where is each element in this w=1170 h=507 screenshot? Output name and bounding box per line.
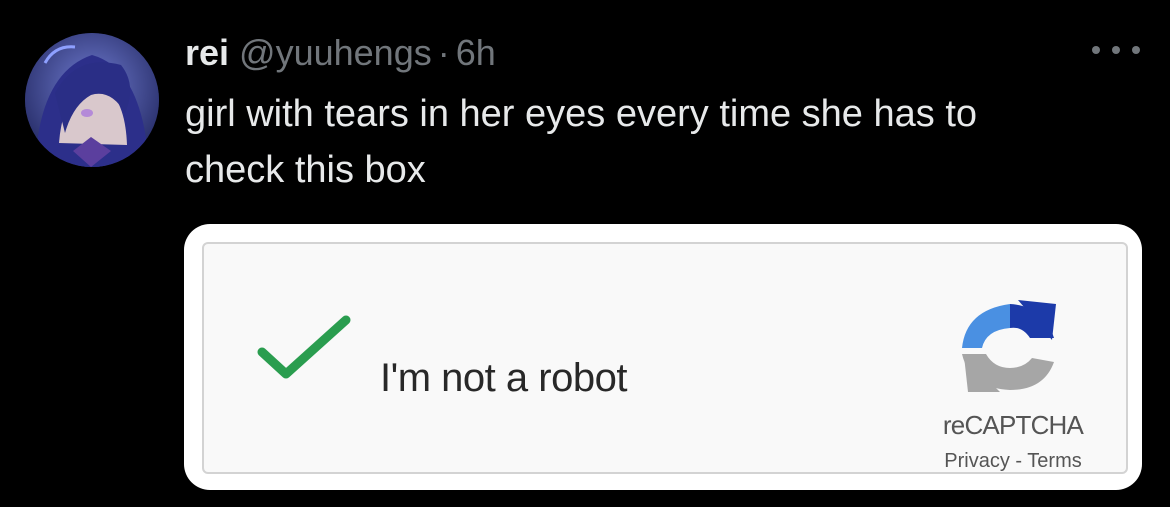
- tweet-text: girl with tears in her eyes every time s…: [185, 86, 1145, 198]
- recaptcha-brand: reCAPTCHA: [942, 410, 1084, 440]
- link-separator: -: [1015, 450, 1023, 472]
- tweet-timestamp[interactable]: 6h: [456, 30, 496, 76]
- captcha-label: I'm not a robot: [380, 356, 627, 400]
- more-horizontal-icon: [1092, 46, 1100, 54]
- checkmark-icon[interactable]: [256, 314, 352, 382]
- more-horizontal-icon: [1132, 46, 1140, 54]
- author-name[interactable]: rei: [185, 30, 229, 76]
- tweet-media[interactable]: I'm not a robot reCAPTCHA Privacy - Term…: [184, 224, 1142, 490]
- privacy-link[interactable]: Privacy: [944, 450, 1010, 472]
- avatar[interactable]: [25, 33, 159, 167]
- recaptcha-logo-icon: [962, 300, 1056, 392]
- recaptcha-links: Privacy - Terms: [894, 450, 1132, 473]
- more-options-button[interactable]: [1092, 36, 1140, 64]
- avatar-image: [25, 33, 159, 167]
- more-horizontal-icon: [1112, 46, 1120, 54]
- header-separator: ·: [437, 32, 450, 73]
- tweet-text-line: girl with tears in her eyes every time s…: [185, 93, 978, 135]
- recaptcha-widget: I'm not a robot reCAPTCHA Privacy - Term…: [202, 242, 1128, 474]
- tweet-text-line: check this box: [185, 149, 426, 191]
- author-handle[interactable]: @yuuhengs: [239, 30, 432, 76]
- tweet-header: rei @yuuhengs · 6h: [185, 30, 496, 76]
- terms-link[interactable]: Terms: [1027, 450, 1081, 472]
